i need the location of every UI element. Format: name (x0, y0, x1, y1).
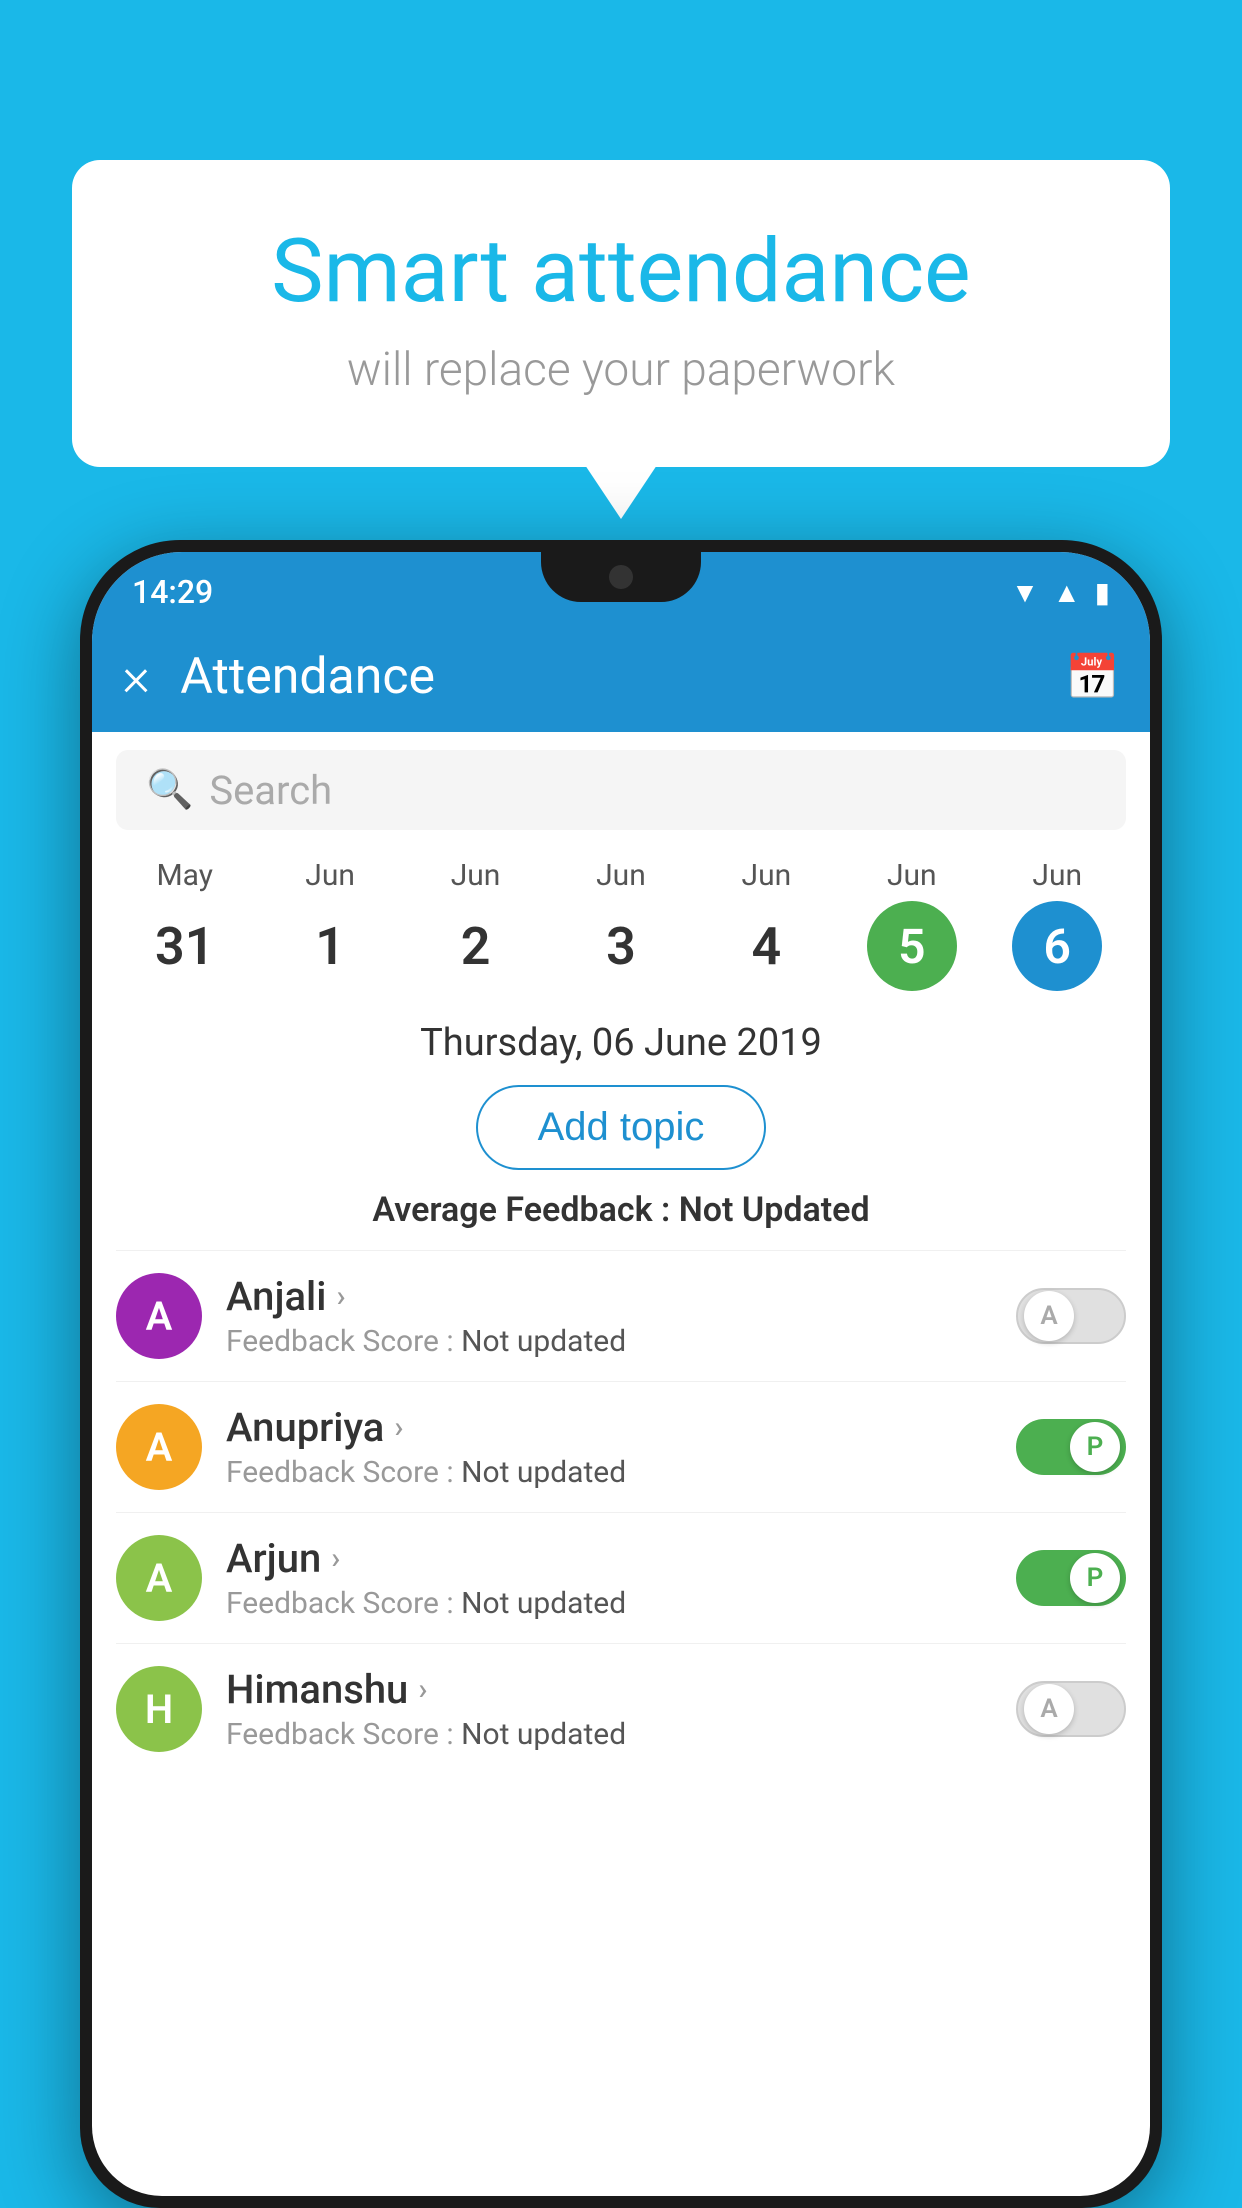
date-month: Jun (451, 858, 501, 893)
battery-icon: ▮ (1095, 576, 1110, 609)
student-info: Arjun › Feedback Score : Not updated (202, 1535, 1016, 1621)
speech-bubble-subtitle: will replace your paperwork (152, 343, 1090, 397)
student-name-text: Anupriya (226, 1404, 384, 1451)
front-camera (609, 565, 633, 589)
student-item-himanshu[interactable]: H Himanshu › Feedback Score : Not updatedA (116, 1643, 1126, 1774)
date-item-6[interactable]: Jun 6 (1012, 858, 1102, 991)
student-name: Anjali › (226, 1273, 1016, 1320)
attendance-toggle[interactable]: P (1016, 1550, 1126, 1606)
status-time: 14:29 (132, 573, 213, 611)
date-day[interactable]: 4 (721, 901, 811, 991)
student-item-anupriya[interactable]: A Anupriya › Feedback Score : Not updated P (116, 1381, 1126, 1512)
date-month: Jun (596, 858, 646, 893)
wifi-icon: ▼ (1011, 576, 1039, 609)
phone-notch (541, 552, 701, 602)
date-day[interactable]: 3 (576, 901, 666, 991)
date-day[interactable]: 2 (431, 901, 521, 991)
toggle-knob: A (1024, 1684, 1074, 1734)
date-day[interactable]: 31 (140, 901, 230, 991)
date-day[interactable]: 6 (1012, 901, 1102, 991)
date-month: Jun (1032, 858, 1082, 893)
add-topic-button[interactable]: Add topic (476, 1085, 767, 1170)
date-month: Jun (742, 858, 792, 893)
speech-bubble-container: Smart attendance will replace your paper… (72, 160, 1170, 467)
search-bar[interactable]: 🔍 Search (116, 750, 1126, 830)
student-name-text: Arjun (226, 1535, 321, 1582)
date-item-31[interactable]: May 31 (140, 858, 230, 991)
date-day[interactable]: 1 (285, 901, 375, 991)
avatar: A (116, 1535, 202, 1621)
search-icon: 🔍 (146, 768, 193, 812)
chevron-right-icon: › (336, 1279, 345, 1314)
student-name: Himanshu › (226, 1666, 1016, 1713)
attendance-toggle[interactable]: A (1016, 1681, 1126, 1737)
student-item-arjun[interactable]: A Arjun › Feedback Score : Not updated P (116, 1512, 1126, 1643)
student-info: Anjali › Feedback Score : Not updated (202, 1273, 1016, 1359)
status-icons: ▼ ▲ ▮ (1011, 576, 1110, 609)
date-item-1[interactable]: Jun 1 (285, 858, 375, 991)
search-input[interactable]: Search (209, 767, 332, 814)
feedback-score: Feedback Score : Not updated (226, 1455, 1016, 1490)
average-feedback: Average Feedback : Not Updated (92, 1190, 1150, 1230)
student-name-text: Himanshu (226, 1666, 408, 1713)
avatar: A (116, 1404, 202, 1490)
avg-feedback-value: Not Updated (679, 1190, 870, 1230)
toggle-knob: P (1070, 1422, 1120, 1472)
avg-feedback-label: Average Feedback : (372, 1190, 678, 1230)
date-item-5[interactable]: Jun 5 (867, 858, 957, 991)
chevron-right-icon: › (394, 1410, 403, 1445)
close-button[interactable]: × (122, 646, 150, 709)
chevron-right-icon: › (418, 1672, 427, 1707)
student-item-anjali[interactable]: AAnjali›Feedback Score : Not updatedA (116, 1250, 1126, 1381)
student-info: Himanshu › Feedback Score : Not updated (202, 1666, 1016, 1752)
selected-date: Thursday, 06 June 2019 (420, 1021, 822, 1065)
toggle-knob: P (1070, 1553, 1120, 1603)
chevron-right-icon: › (331, 1541, 340, 1576)
date-month: Jun (305, 858, 355, 893)
avatar: H (116, 1666, 202, 1752)
date-item-2[interactable]: Jun 2 (431, 858, 521, 991)
student-info: Anupriya › Feedback Score : Not updated (202, 1404, 1016, 1490)
signal-icon: ▲ (1053, 576, 1081, 609)
student-list: AAnjali›Feedback Score : Not updatedAAAn… (92, 1250, 1150, 1774)
attendance-toggle[interactable]: P (1016, 1419, 1126, 1475)
speech-bubble-title: Smart attendance (152, 220, 1090, 323)
toggle-knob: A (1024, 1291, 1074, 1341)
app-toolbar: × Attendance 📅 (92, 622, 1150, 732)
student-name: Arjun › (226, 1535, 1016, 1582)
date-day[interactable]: 5 (867, 901, 957, 991)
date-item-4[interactable]: Jun 4 (721, 858, 811, 991)
phone-inner: 14:29 ▼ ▲ ▮ × Attendance 📅 🔍 Search May 3… (92, 552, 1150, 2196)
date-info: Thursday, 06 June 2019 (92, 1011, 1150, 1085)
feedback-score: Feedback Score : Not updated (226, 1717, 1016, 1752)
date-month: May (156, 858, 212, 893)
attendance-toggle[interactable]: A (1016, 1288, 1126, 1344)
date-picker: May 31 Jun 1 Jun 2 Jun 3 Jun 4 Jun 5 Jun 6 (92, 848, 1150, 1011)
feedback-score: Feedback Score : Not updated (226, 1586, 1016, 1621)
toolbar-title: Attendance (180, 648, 1065, 706)
student-name-text: Anjali (226, 1273, 326, 1320)
avatar: A (116, 1273, 202, 1359)
date-month: Jun (887, 858, 937, 893)
student-name: Anupriya › (226, 1404, 1016, 1451)
date-item-3[interactable]: Jun 3 (576, 858, 666, 991)
speech-bubble: Smart attendance will replace your paper… (72, 160, 1170, 467)
phone-frame: 14:29 ▼ ▲ ▮ × Attendance 📅 🔍 Search May 3… (80, 540, 1162, 2208)
feedback-score: Feedback Score : Not updated (226, 1324, 1016, 1359)
calendar-icon[interactable]: 📅 (1065, 651, 1120, 703)
